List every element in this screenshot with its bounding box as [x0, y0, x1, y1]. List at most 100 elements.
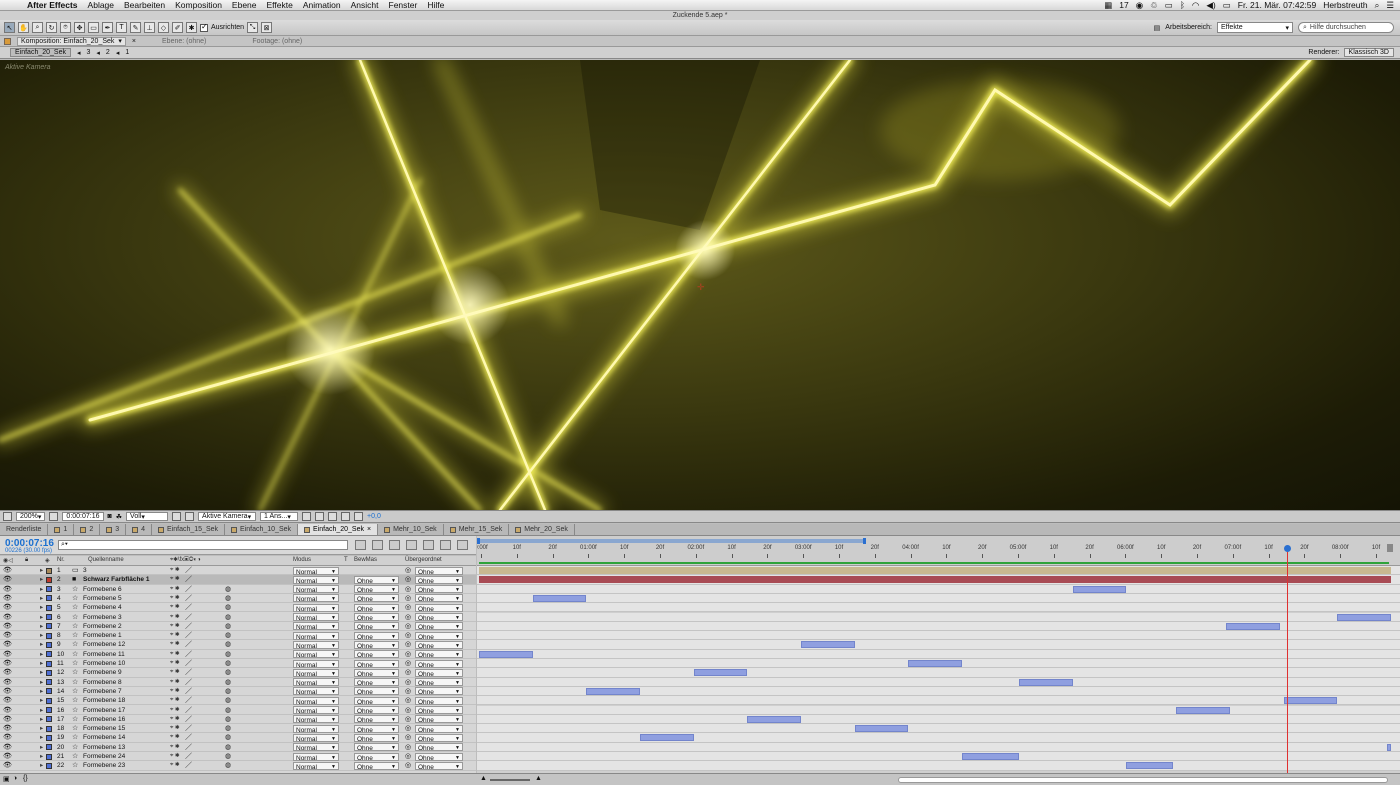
- twirl-arrow-icon[interactable]: ▸: [40, 752, 43, 761]
- timeline-tab[interactable]: 2: [74, 524, 101, 535]
- camera-view-select[interactable]: Aktive Kamera ▾: [198, 512, 257, 521]
- layer-lane[interactable]: [477, 733, 1400, 743]
- eye-status-icon[interactable]: ◉: [1136, 0, 1143, 11]
- parent-select[interactable]: Ohne ▼: [415, 668, 463, 678]
- blend-mode-select[interactable]: Normal ▼: [293, 733, 339, 743]
- layer-lane[interactable]: [477, 686, 1400, 697]
- nav-left-icon[interactable]: ◂: [77, 49, 81, 57]
- parent-select[interactable]: Ohne ▼: [415, 659, 463, 669]
- shy-switch-icon[interactable]: ⌖ ✱: [170, 733, 180, 742]
- shy-switch-icon[interactable]: ⌖ ✱: [170, 696, 180, 705]
- layer-duration-bar[interactable]: [908, 660, 962, 667]
- layer-row[interactable]: 👁︎ ▸ 17 ☆ Formebene 16 ⌖ ✱ ／ ◍ Normal ▼ Ohne ▼ ◎ Ohne…: [0, 715, 476, 724]
- track-matte-select[interactable]: Ohne ▼: [354, 743, 399, 752]
- layer-name[interactable]: Formebene 4: [83, 603, 122, 612]
- parent-select[interactable]: Ohne ▼: [415, 761, 463, 771]
- timeline-tab[interactable]: Einfach_15_Sek: [152, 524, 226, 535]
- twirl-arrow-icon[interactable]: ▸: [40, 724, 43, 733]
- hand-tool-icon[interactable]: ✋: [18, 22, 29, 33]
- layer-duration-bar[interactable]: [1337, 613, 1391, 621]
- twirl-arrow-icon[interactable]: ▸: [40, 603, 43, 612]
- track-matte-select[interactable]: Ohne ▼: [354, 678, 399, 687]
- label-color-swatch[interactable]: [46, 641, 52, 648]
- 3d-layer-icon[interactable]: ◍: [225, 752, 231, 761]
- current-time-indicator-handle[interactable]: [1284, 545, 1292, 552]
- visibility-eye-icon[interactable]: 👁︎: [3, 585, 12, 594]
- track-matte-select[interactable]: Ohne ▼: [354, 585, 399, 594]
- track-matte-select[interactable]: Ohne ▼: [354, 622, 399, 631]
- label-color-swatch[interactable]: [46, 567, 52, 574]
- pickwhip-icon[interactable]: ◎: [405, 631, 411, 640]
- exposure-reset-icon[interactable]: [354, 512, 364, 521]
- twirl-arrow-icon[interactable]: ▸: [40, 613, 43, 622]
- snap-grid-icon[interactable]: ⊠: [261, 22, 273, 33]
- visibility-eye-icon[interactable]: 👁︎: [3, 622, 12, 631]
- menu-effekte[interactable]: Effekte: [262, 0, 298, 10]
- time-ruler[interactable]: 0:00f 10f 20f 01:00f 10f 20f 02:00f 10f 20f 03:00…: [477, 536, 1400, 566]
- recycle-icon[interactable]: ♲: [1150, 0, 1158, 11]
- pickwhip-icon[interactable]: ◎: [405, 585, 411, 594]
- parent-select[interactable]: Ohne ▼: [415, 752, 463, 762]
- shy-switch-icon[interactable]: ⌖ ✱: [170, 575, 180, 584]
- quality-switch-icon[interactable]: ／: [185, 659, 192, 668]
- label-color-swatch[interactable]: [46, 614, 52, 620]
- pickwhip-icon[interactable]: ◎: [405, 575, 411, 584]
- track-matte-select[interactable]: Ohne ▼: [354, 724, 399, 734]
- renderer-button[interactable]: Klassisch 3D: [1343, 48, 1394, 57]
- channel-icon[interactable]: ☘: [116, 513, 122, 521]
- pickwhip-icon[interactable]: ◎: [405, 668, 411, 677]
- composition-tab[interactable]: Komposition: Einfach_20_Sek ▾: [17, 36, 126, 46]
- parent-select[interactable]: Ohne ▼: [415, 613, 463, 622]
- shy-switch-icon[interactable]: ⌖ ✱: [170, 678, 180, 687]
- zoom-in-icon[interactable]: ▲: [535, 775, 542, 782]
- region-of-interest-icon[interactable]: [172, 512, 182, 521]
- quality-switch-icon[interactable]: ／: [185, 743, 192, 752]
- shy-switch-icon[interactable]: ⌖ ✱: [170, 659, 180, 668]
- close-tab-icon[interactable]: ×: [367, 526, 371, 533]
- timeline-icon[interactable]: [328, 512, 338, 521]
- 3d-layer-icon[interactable]: ◍: [225, 659, 231, 668]
- parent-select[interactable]: Ohne ▼: [415, 622, 463, 631]
- zoom-end-handle[interactable]: [1387, 544, 1393, 552]
- pickwhip-icon[interactable]: ◎: [405, 659, 411, 668]
- layer-name[interactable]: Formebene 14: [83, 733, 125, 742]
- timeline-horizontal-scrollbar[interactable]: [898, 777, 1388, 783]
- layer-name[interactable]: Formebene 6: [83, 585, 122, 594]
- lock-header-icon[interactable]: 🔒︎: [25, 557, 28, 564]
- quality-switch-icon[interactable]: ／: [185, 566, 192, 575]
- layer-row[interactable]: 👁︎ ▸ 19 ☆ Formebene 14 ⌖ ✱ ／ ◍ Normal ▼ Ohne ▼ ◎ Ohne…: [0, 733, 476, 743]
- twirl-arrow-icon[interactable]: ▸: [40, 631, 43, 640]
- layer-duration-bar[interactable]: [1072, 585, 1127, 593]
- layer-duration-bar[interactable]: [800, 641, 855, 649]
- zoom-tool-icon[interactable]: ⌕: [32, 22, 43, 33]
- quality-switch-icon[interactable]: ／: [185, 687, 192, 696]
- twirl-arrow-icon[interactable]: ▸: [40, 650, 43, 659]
- view-layout-select[interactable]: 1 Ans... ▾: [260, 512, 299, 521]
- camera-tool-icon[interactable]: ⌾: [60, 22, 71, 33]
- visibility-eye-icon[interactable]: 👁︎: [3, 743, 12, 752]
- track-matte-select[interactable]: Ohne ▼: [354, 696, 399, 706]
- layer-duration-bar[interactable]: [1126, 762, 1173, 770]
- visibility-eye-icon[interactable]: 👁︎: [3, 668, 12, 677]
- visibility-eye-icon[interactable]: 👁︎: [3, 761, 12, 770]
- quality-switch-icon[interactable]: ／: [185, 650, 192, 659]
- shy-switch-icon[interactable]: ⌖ ✱: [170, 743, 180, 752]
- label-color-swatch[interactable]: [46, 623, 52, 630]
- layer-search-input[interactable]: ⌕▾: [58, 540, 348, 550]
- visibility-eye-icon[interactable]: 👁︎: [3, 603, 12, 612]
- layer-duration-bar[interactable]: [1283, 697, 1338, 705]
- toggle-in-out-icon[interactable]: {}: [23, 775, 28, 782]
- shy-switch-icon[interactable]: ⌖ ✱: [170, 566, 180, 575]
- layer-row[interactable]: 👁︎ ▸ 7 ☆ Formebene 2 ⌖ ✱ ／ ◍ Normal ▼ Ohne ▼ ◎ Ohne ▼: [0, 622, 476, 631]
- quality-switch-icon[interactable]: ／: [185, 761, 192, 770]
- transparency-grid-icon[interactable]: [185, 512, 195, 521]
- label-color-swatch[interactable]: [46, 604, 52, 611]
- layer-row[interactable]: 👁︎ ▸ 2 ■ Schwarz Farbfläche 1 ⌖ ✱ ／ Normal ▼ Ohne…: [0, 575, 476, 585]
- parent-select[interactable]: Ohne ▼: [415, 585, 463, 594]
- parent-select[interactable]: Ohne ▼: [415, 687, 463, 696]
- label-color-swatch[interactable]: [46, 734, 52, 741]
- 3d-layer-icon[interactable]: ◍: [225, 585, 231, 594]
- parent-select[interactable]: Ohne ▼: [415, 706, 463, 715]
- pickwhip-icon[interactable]: ◎: [405, 752, 411, 761]
- layer-duration-bar[interactable]: [479, 576, 1391, 584]
